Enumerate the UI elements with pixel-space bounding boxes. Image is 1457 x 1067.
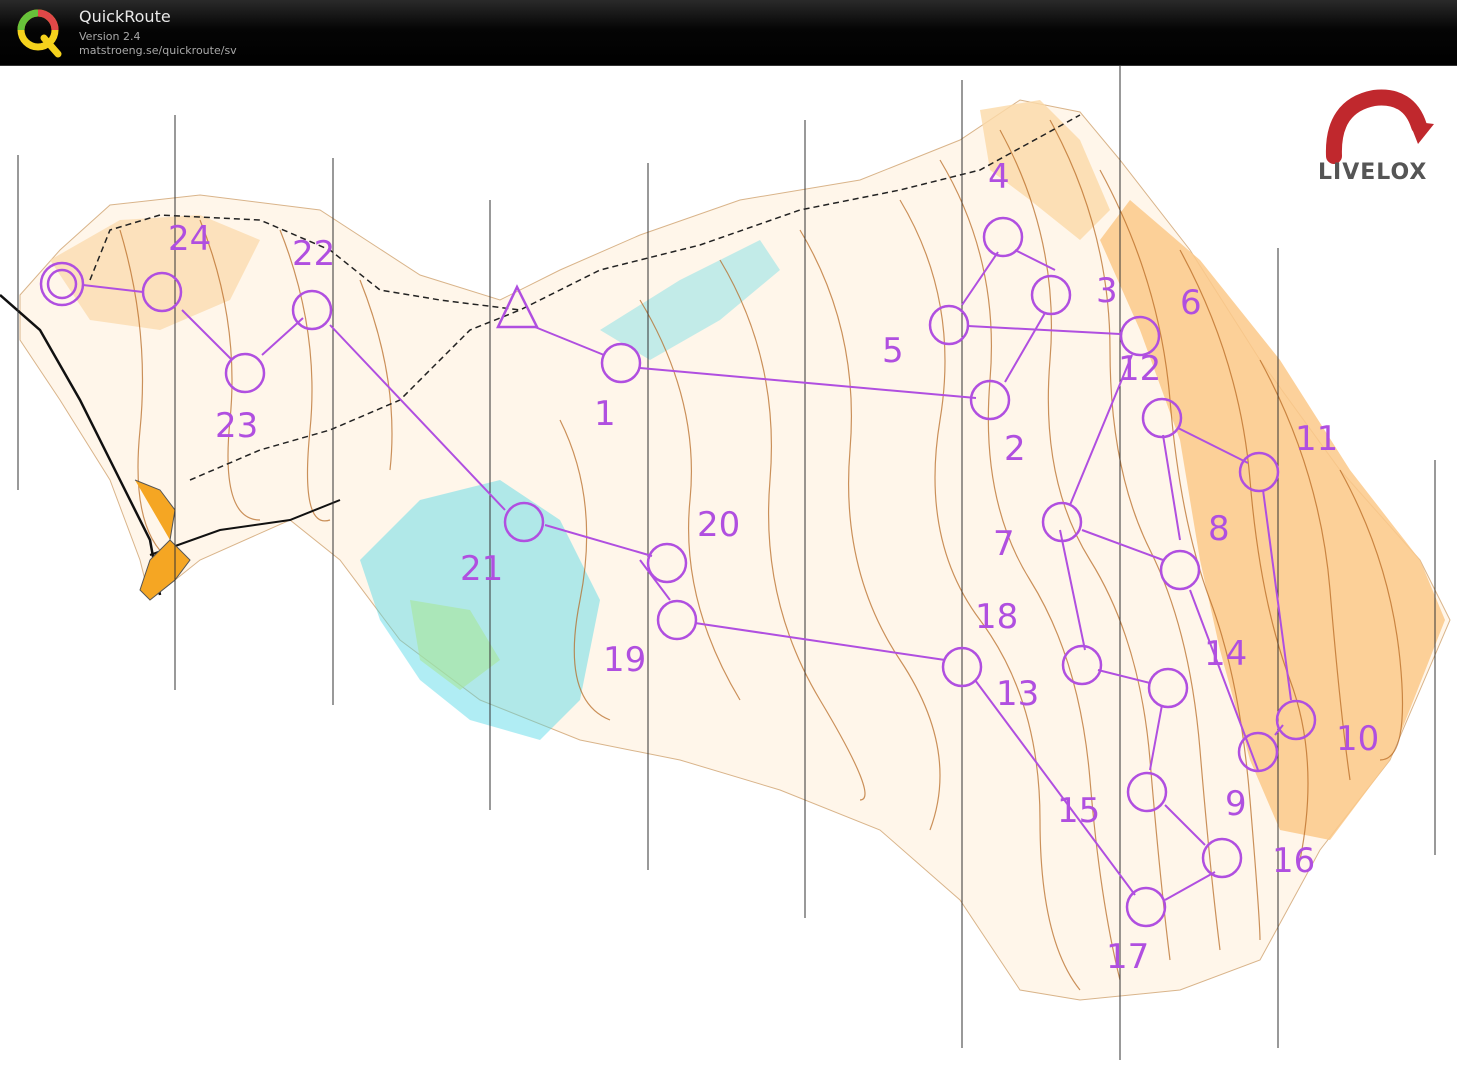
control-number-24: 24 xyxy=(168,219,211,259)
control-number-4: 4 xyxy=(988,157,1010,197)
control-number-10: 10 xyxy=(1336,719,1379,759)
control-number-16: 16 xyxy=(1272,841,1315,881)
map-canvas[interactable]: 1 2 3 4 5 6 7 8 9 10 11 12 13 14 15 16 1… xyxy=(0,66,1457,1067)
control-number-12: 12 xyxy=(1118,349,1161,389)
title-bar: QuickRoute Version 2.4 matstroeng.se/qui… xyxy=(0,0,1457,66)
control-number-9: 9 xyxy=(1225,784,1247,824)
control-number-8: 8 xyxy=(1208,509,1230,549)
control-number-1: 1 xyxy=(594,394,616,434)
control-number-3: 3 xyxy=(1096,271,1118,311)
app-title: QuickRoute xyxy=(79,7,171,26)
control-number-14: 14 xyxy=(1204,634,1247,674)
livelox-logo-text: LIVELOX xyxy=(1318,160,1428,185)
control-number-15: 15 xyxy=(1057,791,1100,831)
quickroute-logo-icon xyxy=(17,9,62,58)
app-version: Version 2.4 xyxy=(79,30,141,43)
control-number-23: 23 xyxy=(215,406,258,446)
control-number-2: 2 xyxy=(1004,429,1026,469)
control-number-13: 13 xyxy=(996,674,1039,714)
control-number-5: 5 xyxy=(882,331,904,371)
control-number-11: 11 xyxy=(1295,419,1338,459)
control-number-22: 22 xyxy=(292,234,335,274)
control-number-21: 21 xyxy=(460,549,503,589)
orienteering-map[interactable]: 1 2 3 4 5 6 7 8 9 10 11 12 13 14 15 16 1… xyxy=(0,66,1457,1067)
control-number-7: 7 xyxy=(993,524,1015,564)
control-number-18: 18 xyxy=(975,597,1018,637)
control-number-20: 20 xyxy=(697,505,740,545)
control-number-17: 17 xyxy=(1106,937,1149,977)
app-url: matstroeng.se/quickroute/sv xyxy=(79,44,237,57)
control-number-6: 6 xyxy=(1180,283,1202,323)
control-number-19: 19 xyxy=(603,640,646,680)
